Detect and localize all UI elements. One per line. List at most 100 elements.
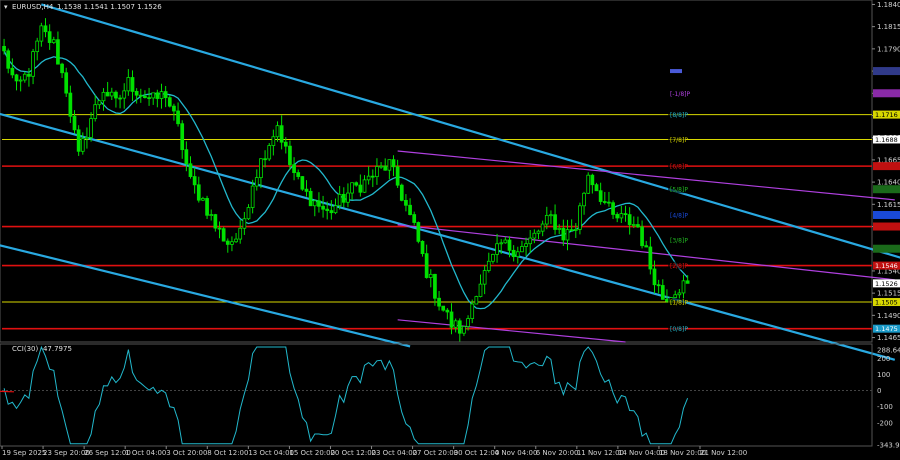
cci-tick-label: -343.9494 [877, 442, 900, 450]
candle-body [60, 63, 64, 74]
candle-body [180, 123, 185, 151]
candle-body [114, 91, 118, 99]
price-marker-label: 1.1716 [875, 111, 898, 119]
price-marker [873, 222, 900, 231]
candle-body [582, 192, 586, 207]
time-tick-label: 19 Sep 2025 [2, 449, 46, 457]
candle-body [520, 246, 524, 253]
candle-body [503, 239, 508, 244]
candle-body [337, 193, 342, 207]
candle-body [524, 243, 528, 247]
candle-body [486, 260, 491, 271]
candle-body [602, 201, 607, 203]
candle-body [225, 240, 230, 245]
candle-body [296, 172, 301, 177]
header-symbol: EURUSD,H4 [12, 3, 54, 11]
price-marker [873, 244, 900, 253]
candle-body [366, 175, 371, 181]
candle-body [85, 136, 89, 140]
murrey-tag: [7/8]P [670, 137, 688, 144]
candle-body [623, 213, 628, 216]
candle-body [271, 136, 276, 146]
candle-body [27, 73, 31, 77]
candle-body [288, 145, 292, 166]
header-ohlc: 1.1538 1.1541 1.1507 1.1526 [57, 3, 162, 11]
candle-body [89, 118, 93, 138]
candle-body [43, 25, 48, 33]
cci-tick-label: -200 [877, 419, 893, 427]
candle-body [217, 227, 222, 230]
candle-body [395, 166, 400, 186]
candle-body [213, 214, 218, 229]
candle-body [391, 159, 396, 168]
candle-body [665, 298, 669, 302]
price-marker [873, 185, 900, 194]
candle-body [259, 158, 263, 179]
candle-body [109, 91, 114, 97]
candle-body [644, 245, 649, 248]
candle-body [56, 39, 60, 65]
candle-body [267, 145, 272, 160]
candle-body [424, 253, 429, 278]
time-tick-label: 20 Oct 12:00 [330, 449, 376, 457]
candle-body [383, 165, 388, 171]
murrey-tag: [8/8]P [670, 112, 688, 119]
price-marker-label: 1.1688 [875, 136, 898, 144]
candle-body [470, 303, 475, 319]
candle-body [482, 270, 487, 285]
candle-body [209, 214, 214, 216]
time-tick-label: 21 Nov 12:00 [700, 449, 747, 457]
price-tick-label: 1.1815 [877, 23, 900, 31]
candle-body [627, 214, 632, 226]
candle-body [51, 39, 56, 43]
candle-body [375, 166, 379, 178]
candle-body [93, 104, 98, 120]
candle-body [573, 228, 578, 231]
cci-tick-label: 200 [877, 355, 890, 363]
candle-body [462, 326, 466, 334]
candle-body [420, 240, 425, 255]
candle-body [607, 201, 611, 204]
candle-body [341, 193, 346, 203]
trading-chart[interactable]: [-1/8]P [8/8]P [7/8]P [6/8]P [5/8]P [4/8]P [3/… [0, 0, 900, 460]
header-arrow-icon: ▾ [4, 3, 8, 11]
candle-body [681, 280, 686, 294]
candle-body [350, 182, 354, 194]
candle-body [317, 200, 321, 207]
candle-body [636, 224, 640, 228]
price-marker [873, 89, 900, 98]
candle-body [188, 163, 193, 177]
candle-body [656, 284, 661, 287]
candle-body [126, 77, 131, 92]
candle-body [105, 91, 110, 97]
cci-tick-label: 100 [877, 371, 890, 379]
price-marker [873, 210, 900, 219]
cci-tick-label: 288.6475 [877, 347, 900, 355]
candle-body [511, 249, 516, 258]
candle-body [242, 218, 247, 229]
candle-body [159, 91, 164, 99]
candle-body [408, 204, 412, 215]
candle-body [536, 230, 541, 234]
candle-body [631, 224, 636, 226]
candle-body [80, 138, 85, 152]
candle-body [118, 97, 122, 100]
murrey-tag: [-1/8]P [670, 91, 691, 98]
price-tick-label: 1.1615 [877, 201, 900, 209]
time-tick-label: 8 Oct 12:00 [207, 449, 248, 457]
candle-body [14, 74, 19, 82]
candle-body [362, 179, 367, 193]
candle-body [561, 227, 566, 241]
candle-body [147, 97, 151, 100]
candle-body [35, 40, 40, 53]
chart-header: ▾ EURUSD,H4 1.1538 1.1541 1.1507 1.1526 [4, 3, 162, 11]
candle-body [300, 176, 305, 190]
candle-body [499, 242, 504, 245]
candle-body [491, 253, 495, 262]
candle-body [201, 198, 205, 201]
candle-body [97, 100, 102, 106]
candle-body [437, 297, 441, 307]
candle-body [412, 214, 417, 223]
candle-body [474, 296, 479, 305]
candle-body [433, 273, 437, 299]
